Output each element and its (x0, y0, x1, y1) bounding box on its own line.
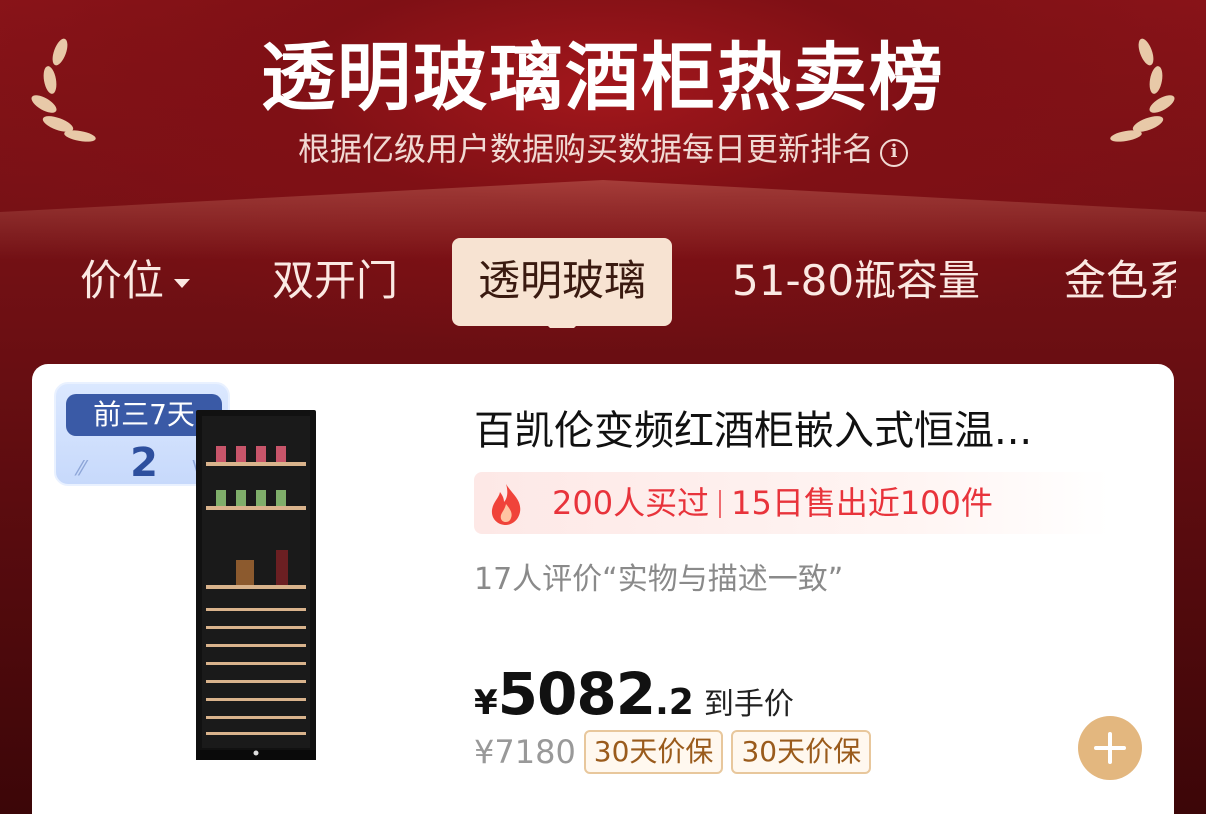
original-price-row: ¥7180 30天价保 30天价保 (474, 730, 872, 774)
tab-gold[interactable]: 金色系 (1064, 238, 1176, 326)
page-subtitle: 根据亿级用户数据购买数据每日更新排名 i (0, 124, 1206, 170)
tab-price[interactable]: 价位 (80, 238, 191, 326)
tab-label: 价位 (80, 256, 165, 305)
add-to-cart-button[interactable] (1078, 716, 1142, 780)
info-icon[interactable]: i (880, 139, 908, 167)
sales-text: 200人买过 15日售出近100件 (552, 482, 993, 524)
tab-transparent-glass[interactable]: 透明玻璃 (452, 238, 673, 328)
price-symbol: ¥ (474, 683, 498, 723)
page-title: 透明玻璃酒柜热卖榜 (261, 35, 945, 121)
tab-label: 金色系 (1064, 256, 1176, 305)
price-protect-tag: 30天价保 (731, 730, 872, 774)
tab-label: 51-80瓶容量 (732, 256, 981, 305)
caret-down-icon (174, 279, 191, 288)
price-integer: 5082 (497, 660, 656, 728)
tab-double-door[interactable]: 双开门 (272, 238, 398, 326)
product-title[interactable]: 百凯伦变频红酒柜嵌入式恒温... (474, 398, 1032, 456)
filter-tabs: 价位 双开门 透明玻璃 51-80瓶容量 金色系 (0, 238, 1176, 328)
price-protect-tag: 30天价保 (583, 730, 724, 774)
original-price: ¥7180 (474, 733, 576, 771)
divider (719, 490, 722, 518)
price: ¥5082.2 到手价 (474, 660, 794, 728)
subtitle-text: 根据亿级用户数据购买数据每日更新排名 (297, 130, 874, 168)
sales-banner: 200人买过 15日售出近100件 (474, 472, 1110, 534)
sold-count: 15日售出近100件 (731, 484, 993, 522)
tab-label: 透明玻璃 (478, 256, 647, 305)
product-card[interactable]: 前三7天 ⁄⁄ 2 \\ (32, 364, 1174, 814)
fire-icon (491, 484, 521, 525)
review-summary: 17人评价“实物与描述一致” (474, 562, 844, 597)
tab-capacity[interactable]: 51-80瓶容量 (732, 238, 980, 326)
bought-count: 200人买过 (552, 484, 710, 522)
price-label: 到手价 (703, 687, 794, 722)
wine-cabinet-image[interactable] (196, 410, 316, 760)
tab-label: 双开门 (272, 256, 399, 305)
price-decimal: .2 (655, 682, 694, 723)
